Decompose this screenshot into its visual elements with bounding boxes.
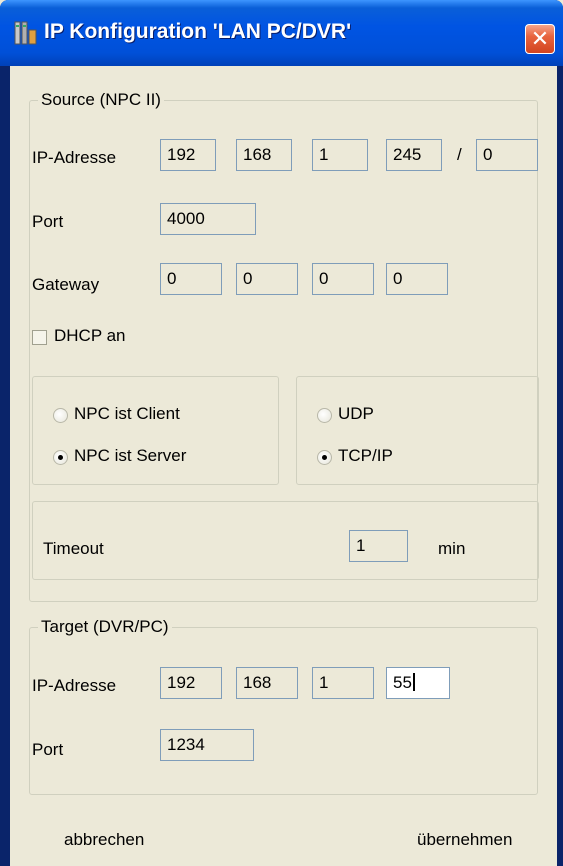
timeout-unit: min: [438, 539, 466, 558]
radio-npc-client-label[interactable]: NPC ist Client: [74, 404, 180, 424]
title-bar[interactable]: IP Konfiguration 'LAN PC/DVR' ✕: [0, 0, 563, 66]
target-ip-octet-4-value: 55: [393, 673, 412, 692]
mode-group: NPC ist Client NPC ist Server: [32, 376, 279, 485]
source-group-legend: Source (NPC II): [38, 90, 164, 110]
text-caret: [412, 673, 415, 691]
timeout-group: Timeout 1 min: [32, 501, 539, 580]
source-ip-label: IP-Adresse: [32, 148, 117, 167]
subnet-separator: /: [457, 145, 462, 164]
source-subnet-field[interactable]: 0: [476, 139, 538, 171]
protocol-group: UDP TCP/IP: [296, 376, 539, 485]
target-ip-octet-4[interactable]: 55: [386, 667, 450, 699]
dialog-window: IP Konfiguration 'LAN PC/DVR' ✕ Source (…: [0, 0, 563, 866]
radio-tcpip-label[interactable]: TCP/IP: [338, 446, 393, 466]
gateway-octet-3[interactable]: 0: [312, 263, 374, 295]
target-ip-octet-1[interactable]: 192: [160, 667, 222, 699]
radio-udp[interactable]: [317, 408, 332, 423]
gateway-octet-4[interactable]: 0: [386, 263, 448, 295]
source-ip-octet-4[interactable]: 245: [386, 139, 442, 171]
source-group: Source (NPC II) IP-Adresse 192 168 1 245…: [29, 90, 539, 602]
close-button[interactable]: ✕: [525, 24, 555, 54]
gateway-octet-1[interactable]: 0: [160, 263, 222, 295]
radio-udp-label[interactable]: UDP: [338, 404, 374, 424]
source-port-field[interactable]: 4000: [160, 203, 256, 235]
target-port-field[interactable]: 1234: [160, 729, 254, 761]
target-ip-octet-2[interactable]: 168: [236, 667, 298, 699]
radio-tcpip[interactable]: [317, 450, 332, 465]
gateway-octet-2[interactable]: 0: [236, 263, 298, 295]
source-ip-octet-2[interactable]: 168: [236, 139, 292, 171]
radio-npc-server[interactable]: [53, 450, 68, 465]
timeout-field[interactable]: 1: [349, 530, 408, 562]
dhcp-checkbox[interactable]: [32, 330, 47, 345]
source-ip-octet-1[interactable]: 192: [160, 139, 216, 171]
target-port-label: Port: [32, 740, 64, 759]
gateway-label: Gateway: [32, 275, 100, 294]
target-group: Target (DVR/PC) IP-Adresse 192 168 1 55 …: [29, 617, 538, 795]
source-port-label: Port: [32, 212, 64, 231]
window-title: IP Konfiguration 'LAN PC/DVR': [44, 20, 352, 43]
radio-npc-server-label[interactable]: NPC ist Server: [74, 446, 186, 466]
dhcp-label[interactable]: DHCP an: [54, 326, 126, 346]
target-group-legend: Target (DVR/PC): [38, 617, 172, 637]
dialog-body: Source (NPC II) IP-Adresse 192 168 1 245…: [10, 66, 557, 866]
target-ip-octet-3[interactable]: 1: [312, 667, 374, 699]
target-ip-label: IP-Adresse: [32, 676, 117, 695]
close-icon: ✕: [530, 26, 550, 51]
source-ip-octet-3[interactable]: 1: [312, 139, 368, 171]
app-icon: [14, 21, 37, 45]
cancel-button[interactable]: abbrechen: [64, 830, 144, 850]
radio-npc-client[interactable]: [53, 408, 68, 423]
apply-button[interactable]: übernehmen: [417, 830, 512, 850]
timeout-label: Timeout: [43, 539, 104, 558]
